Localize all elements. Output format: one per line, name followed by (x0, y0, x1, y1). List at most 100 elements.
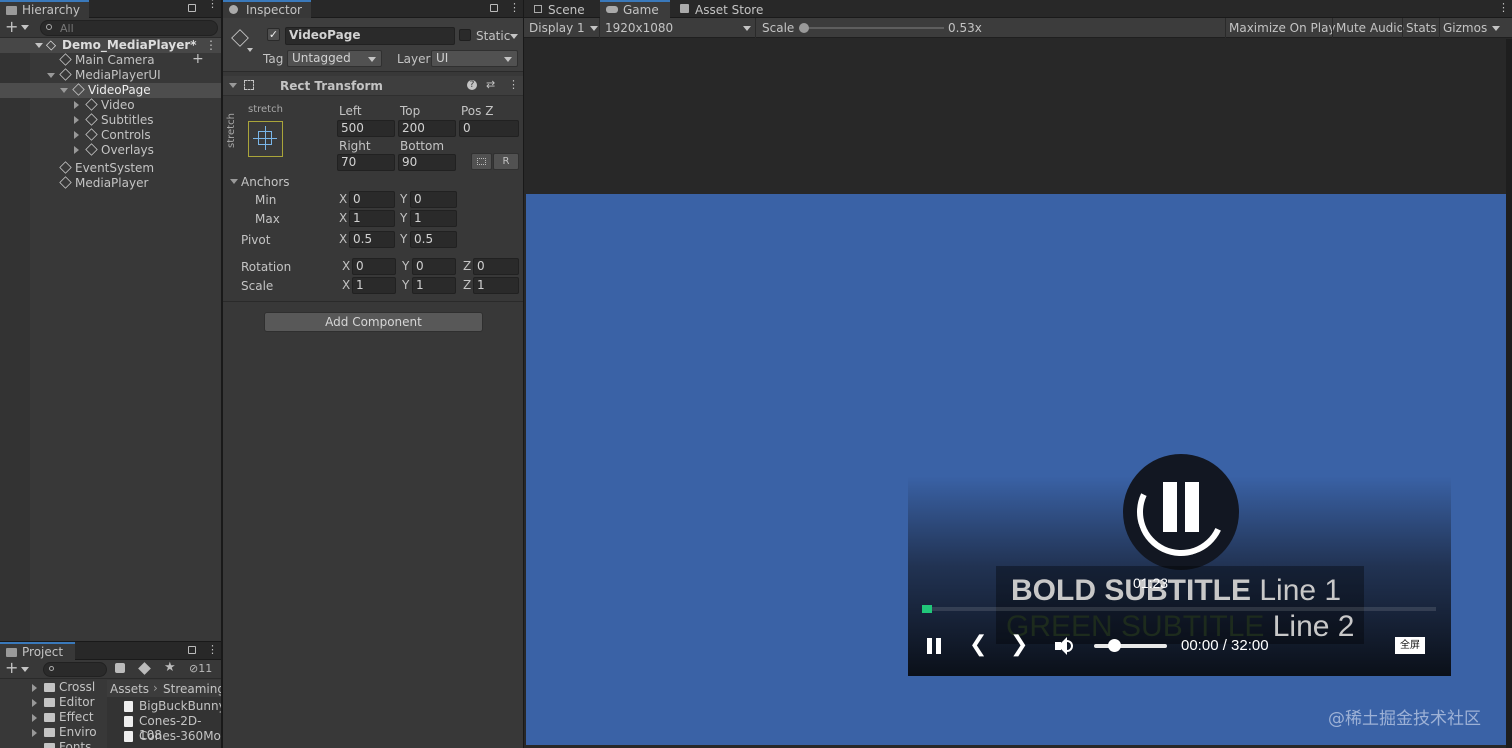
tree-row-overlays[interactable]: Overlays (0, 143, 221, 158)
scale-slider-thumb[interactable] (799, 23, 809, 33)
search-by-type-icon[interactable] (115, 663, 125, 673)
anchor-max-x-field[interactable]: 1 (349, 210, 395, 227)
hidden-packages-icon[interactable]: ⊘11 (189, 662, 212, 675)
anchors-expand-icon[interactable] (230, 179, 238, 184)
collapsed-arrow-icon[interactable] (74, 146, 79, 154)
right-field[interactable]: 70 (337, 154, 395, 171)
tree-row-scene[interactable]: Demo_MediaPlayer* ⋮ (0, 38, 221, 53)
more-menu-icon[interactable]: ⋮ (207, 644, 218, 656)
expand-arrow-icon[interactable] (47, 73, 55, 78)
chevron-down-icon[interactable] (1492, 26, 1500, 31)
folder-row[interactable]: Effect (0, 710, 106, 725)
volume-slider-thumb[interactable] (1108, 639, 1121, 652)
folder-row[interactable]: Editor (0, 695, 106, 710)
anchor-min-y-field[interactable]: 0 (410, 191, 457, 208)
collapsed-arrow-icon[interactable] (74, 131, 79, 139)
asset-row[interactable]: Cones-360Mo (107, 729, 221, 744)
tree-row-video[interactable]: Video (0, 98, 221, 113)
bottom-field[interactable]: 90 (398, 154, 456, 171)
chevron-down-icon[interactable] (21, 667, 29, 672)
pivot-y-field[interactable]: 0.5 (410, 231, 457, 248)
active-checkbox[interactable]: ✓ (267, 28, 280, 41)
rect-transform-header[interactable]: Rect Transform ? ⇄ ⋮ (223, 76, 523, 96)
game-render-view[interactable]: BOLD SUBTITLE Line 1 GREEN SUBTITLE Line… (526, 194, 1506, 745)
more-menu-icon[interactable]: ⋮ (508, 78, 519, 91)
collapsed-arrow-icon[interactable] (32, 714, 37, 722)
posz-field[interactable]: 0 (459, 120, 519, 137)
progress-bar[interactable] (922, 605, 1436, 613)
tree-row-mediaplayerui[interactable]: MediaPlayerUI (0, 68, 221, 83)
rotation-y-field[interactable]: 0 (412, 258, 456, 275)
scale-x-field[interactable]: 1 (352, 277, 396, 294)
hierarchy-search-input[interactable]: All (40, 20, 218, 36)
blueprint-mode-button[interactable] (471, 153, 492, 170)
rotation-z-field[interactable]: 0 (473, 258, 519, 275)
folder-row[interactable]: Fonts (0, 740, 106, 748)
tree-row-videopage[interactable]: VideoPage (0, 83, 221, 98)
mute-audio-toggle[interactable]: Mute Audio (1332, 18, 1407, 38)
static-dropdown-icon[interactable] (510, 34, 518, 39)
scale-y-field[interactable]: 1 (412, 277, 456, 294)
tab-inspector[interactable]: Inspector (223, 0, 311, 20)
expand-arrow-icon[interactable] (229, 83, 237, 88)
tree-row-subtitles[interactable]: Subtitles (0, 113, 221, 128)
folder-row[interactable]: Enviro (0, 725, 106, 740)
collapsed-arrow-icon[interactable] (32, 699, 37, 707)
anchor-preset-button[interactable] (248, 121, 283, 157)
volume-slider[interactable] (1094, 639, 1167, 652)
favorite-star-icon[interactable]: ★ (164, 660, 176, 675)
big-pause-button[interactable] (1123, 454, 1239, 570)
gizmos-toggle[interactable]: Gizmos (1439, 18, 1490, 38)
fullscreen-button[interactable]: 全屏 (1395, 637, 1425, 654)
icon-chevron-down-icon[interactable] (247, 48, 253, 52)
top-field[interactable]: 200 (398, 120, 456, 137)
stats-toggle[interactable]: Stats (1402, 18, 1440, 38)
pause-button[interactable] (924, 636, 946, 656)
display-dropdown[interactable]: Display 1 (524, 18, 600, 38)
static-checkbox[interactable] (459, 29, 471, 41)
anchor-max-y-field[interactable]: 1 (410, 210, 457, 227)
preset-sliders-icon[interactable]: ⇄ (486, 78, 495, 91)
scale-z-field[interactable]: 1 (473, 277, 519, 294)
more-menu-icon[interactable]: ⋮ (207, 0, 218, 14)
folder-row[interactable]: Crossl (0, 680, 106, 695)
lock-icon[interactable] (188, 646, 196, 654)
scale-slider[interactable] (799, 22, 944, 34)
asset-row[interactable]: BigBuckBunny- (107, 699, 221, 714)
more-menu-icon[interactable]: ⋮ (509, 2, 520, 14)
chevron-down-icon[interactable] (21, 25, 29, 30)
tab-asset-store[interactable]: Asset Store (674, 0, 771, 20)
collapsed-arrow-icon[interactable] (74, 116, 79, 124)
raw-edit-button[interactable]: R (493, 153, 519, 170)
asset-row[interactable]: Cones-2D-108 (107, 714, 221, 742)
maximize-on-play-toggle[interactable]: Maximize On Play (1225, 18, 1339, 38)
help-icon[interactable]: ? (467, 80, 477, 90)
collapsed-arrow-icon[interactable] (32, 729, 37, 737)
forward-button[interactable]: ❯ (1010, 634, 1032, 657)
add-component-button[interactable]: Add Component (264, 312, 483, 332)
volume-button[interactable] (1053, 636, 1077, 656)
tree-row-mediaplayer[interactable]: MediaPlayer (0, 176, 221, 191)
resolution-dropdown[interactable]: 1920x1080 (601, 18, 756, 38)
add-child-icon[interactable]: + (192, 52, 204, 67)
layer-dropdown[interactable]: UI (431, 50, 518, 67)
object-name-field[interactable]: VideoPage (285, 27, 455, 45)
pivot-x-field[interactable]: 0.5 (349, 231, 395, 248)
rotation-x-field[interactable]: 0 (352, 258, 396, 275)
lock-icon[interactable] (490, 4, 498, 12)
tree-row-main-camera[interactable]: Main Camera + (0, 52, 221, 68)
add-object-button[interactable]: + (5, 17, 18, 36)
breadcrumb-item[interactable]: Streaming/ (163, 682, 221, 696)
create-asset-button[interactable]: + (5, 658, 18, 677)
rewind-button[interactable]: ❮ (969, 634, 991, 657)
more-menu-icon[interactable]: ⋮ (1498, 2, 1509, 14)
collapsed-arrow-icon[interactable] (74, 101, 79, 109)
tab-scene[interactable]: Scene (530, 0, 593, 20)
more-menu-icon[interactable]: ⋮ (205, 38, 217, 53)
anchors-label[interactable]: Anchors (241, 175, 290, 189)
project-search-input[interactable] (43, 662, 107, 677)
collapsed-arrow-icon[interactable] (32, 684, 37, 692)
tag-dropdown[interactable]: Untagged (287, 50, 382, 67)
tab-game[interactable]: Game (600, 0, 670, 20)
lock-icon[interactable] (188, 4, 196, 12)
